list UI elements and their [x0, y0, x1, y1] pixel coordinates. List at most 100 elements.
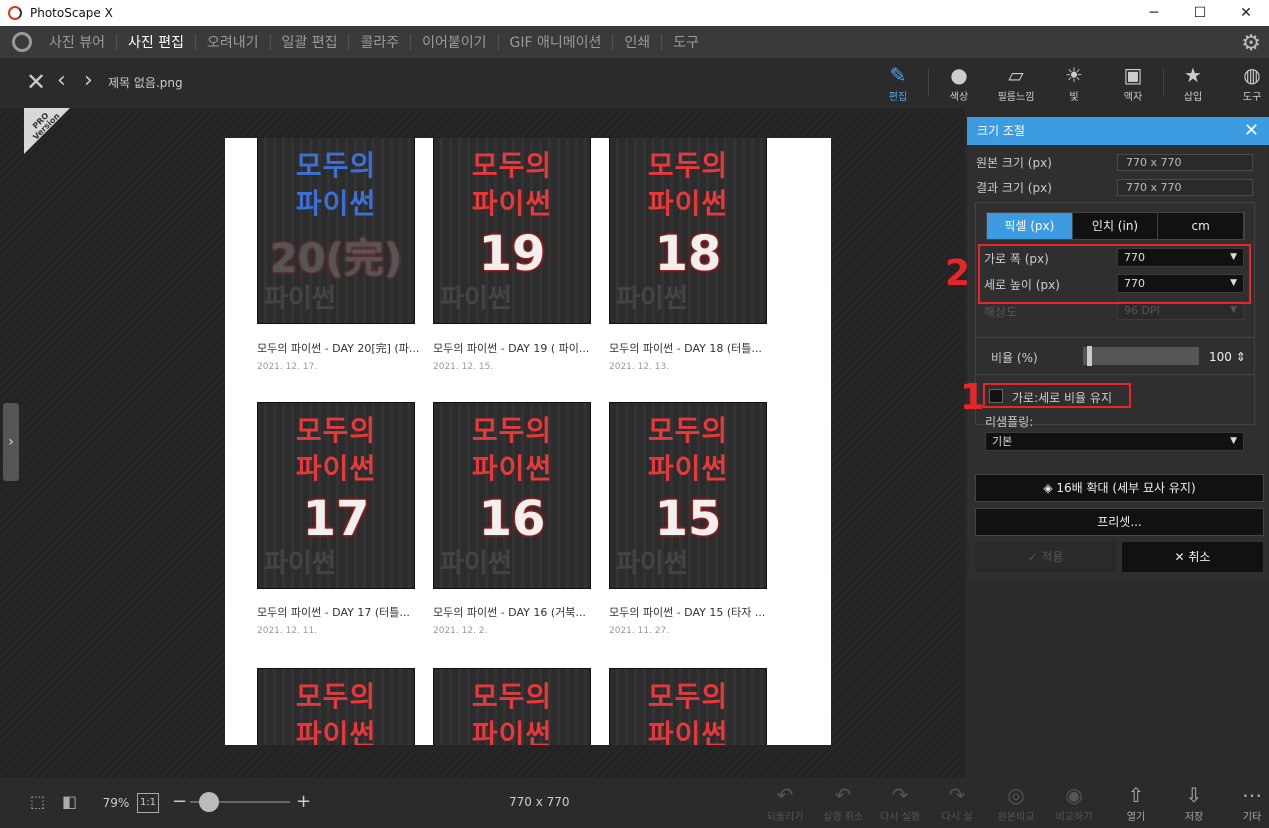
cover-subtitle: 파이썬: [264, 549, 336, 579]
ratio-slider[interactable]: [1083, 347, 1199, 365]
cover-title2: 파이썬: [295, 718, 377, 745]
post-title: 모두의 파이썬 - DAY 17 (터틀...: [257, 606, 410, 619]
tool-separator: [1163, 68, 1164, 96]
bottom-action-4[interactable]: ◎ 원본비교: [988, 782, 1044, 823]
bottom-action-7[interactable]: ⇩ 저장: [1166, 782, 1222, 823]
cover-num: 16: [478, 491, 546, 547]
menu-item-7[interactable]: 인쇄: [613, 32, 661, 52]
post-date: 2021. 12. 15.: [433, 362, 494, 372]
cover-title: 모두의: [295, 414, 377, 447]
zoom-out-icon[interactable]: −: [172, 791, 187, 812]
close-window-button[interactable]: ✕: [1223, 0, 1269, 26]
tool-tab-0[interactable]: ✎ 편집: [872, 62, 924, 106]
bottom-action-8[interactable]: ⋯ 기타: [1224, 782, 1269, 823]
app-logo-icon: [8, 6, 22, 20]
actual-size-button[interactable]: 1:1: [137, 793, 159, 813]
menu-item-0[interactable]: 사진 뷰어: [38, 32, 116, 52]
tool-tab-4[interactable]: ▣ 액자: [1107, 62, 1159, 106]
zoom-level[interactable]: 79%: [96, 792, 136, 814]
ratio-spinner[interactable]: 100 ⇕: [1209, 350, 1246, 364]
split-view-icon[interactable]: ◧: [62, 792, 77, 811]
menu-item-3[interactable]: 일괄 편집: [271, 32, 349, 52]
tool-label: 편집: [888, 92, 908, 103]
bottom-action-6[interactable]: ⇧ 열기: [1108, 782, 1164, 823]
unit-option-0[interactable]: 픽셀 (px): [987, 213, 1073, 239]
cover-title: 모두의: [295, 680, 377, 713]
unit-option-1[interactable]: 인치 (in): [1072, 213, 1159, 239]
open-icon: ⇧: [1127, 783, 1145, 807]
ratio-slider-thumb[interactable]: [1087, 346, 1093, 366]
cover-title2: 파이썬: [647, 452, 729, 485]
close-panel-icon[interactable]: ✕: [1244, 117, 1259, 145]
menu-item-5[interactable]: 이어붙이기: [411, 32, 497, 52]
annotation-number-1: 1: [960, 377, 986, 418]
tool-tab-2[interactable]: ▱ 필름느낌: [990, 62, 1042, 106]
resample-value: 기본: [992, 435, 1013, 448]
frame-icon: ▣: [1123, 63, 1143, 87]
image-canvas[interactable]: PRO Version › 파이썬 모두의 파이썬 20(完) 모두의 파이썬 - DA…: [0, 108, 965, 778]
dpi-dropdown-arrow-icon: ▼: [1230, 305, 1237, 315]
book-cover-thumbnail: 파이썬 모두의 파이썬 17: [257, 402, 415, 589]
side-panel-toggle-chevron-icon[interactable]: ›: [3, 403, 19, 481]
photoscape-window: PhotoScape X ─ ☐ ✕ 사진 뷰어 사진 편집 오려내기 일괄 편집 콜라…: [0, 0, 1269, 828]
cover-title2: 파이썬: [295, 187, 377, 220]
dpi-value: 96 DPI: [1124, 304, 1160, 317]
menu-item-2[interactable]: 오려내기: [196, 32, 270, 52]
home-logo-icon[interactable]: [12, 32, 32, 52]
tool-tab-3[interactable]: ☀ 빛: [1048, 62, 1100, 106]
post-date: 2021. 12. 2.: [433, 626, 488, 636]
cover-title: 모두의: [647, 680, 729, 713]
tools-palette-icon: ◍: [1243, 63, 1261, 87]
preset-button[interactable]: 프리셋...: [975, 508, 1264, 536]
bottom-action-5[interactable]: ◉ 비교하기: [1046, 782, 1102, 823]
upscale-16x-button[interactable]: ◈ 16배 확대 (세부 묘사 유지): [975, 474, 1264, 502]
bottom-action-0[interactable]: ↶ 되돌리기: [757, 782, 813, 823]
menu-item-1[interactable]: 사진 편집: [117, 32, 195, 52]
bottom-action-label: 기타: [1242, 812, 1262, 823]
cover-num: 17: [302, 491, 370, 547]
zoom-in-icon[interactable]: +: [296, 791, 311, 812]
tool-tab-6[interactable]: ◍ 도구: [1226, 62, 1269, 106]
post-date: 2021. 12. 11.: [257, 626, 318, 636]
resize-panel-header: 크기 조절 ✕: [967, 117, 1269, 145]
file-name: 제목 없음.png: [108, 76, 183, 90]
insert-star-icon: ★: [1184, 63, 1202, 87]
cover-title: 모두의: [295, 149, 377, 182]
minimize-button[interactable]: ─: [1131, 0, 1177, 26]
apply-label: 적용: [1041, 550, 1064, 564]
next-image-icon[interactable]: ›: [84, 68, 93, 93]
cover-title2: 파이썬: [471, 718, 553, 745]
close-editor-icon[interactable]: ✕: [26, 68, 46, 96]
cover-subtitle: 파이썬: [440, 284, 512, 314]
menu-item-4[interactable]: 콜라주: [349, 32, 410, 52]
previous-image-icon[interactable]: ‹: [57, 68, 66, 93]
cover-num: 15: [654, 491, 722, 547]
tool-tab-1[interactable]: ● 색상: [933, 62, 985, 106]
post-date: 2021. 12. 13.: [609, 362, 670, 372]
bottom-action-3[interactable]: ↷ 다시 실: [929, 782, 985, 823]
bottom-action-label: 다시 실: [941, 812, 973, 823]
apply-button[interactable]: ✓ 적용: [975, 542, 1116, 572]
tool-tab-5[interactable]: ★ 삽입: [1167, 62, 1219, 106]
select-area-icon[interactable]: ⬚: [30, 792, 45, 811]
unit-option-2[interactable]: cm: [1158, 213, 1245, 239]
menu-item-6[interactable]: GIF 애니메이션: [499, 32, 613, 52]
redo-all-icon: ↷: [948, 783, 966, 807]
post-date: 2021. 11. 27.: [609, 626, 670, 636]
edited-image: 파이썬 모두의 파이썬 20(完) 모두의 파이썬 - DAY 20[完] (파... 2…: [225, 138, 831, 745]
book-cover-thumbnail: 파이썬모두의파이썬: [433, 668, 591, 745]
settings-gear-icon[interactable]: ⚙: [1241, 31, 1261, 56]
window-controls: ─ ☐ ✕: [1131, 0, 1269, 26]
book-cover-thumbnail: 파이썬모두의파이썬: [609, 668, 767, 745]
zoom-slider-thumb[interactable]: [199, 792, 219, 812]
bottom-action-1[interactable]: ↶ 실행 취소: [815, 782, 871, 823]
light-sun-icon: ☀: [1065, 63, 1083, 87]
maximize-button[interactable]: ☐: [1177, 0, 1223, 26]
cancel-button[interactable]: ✕ 취소: [1122, 542, 1263, 572]
bottom-bar: ⬚ ◧ 79% 1:1 − + 770 x 770 ↶ 되돌리기 ↶ 실행 취소 ↷ 다시…: [0, 778, 1269, 828]
post-title: 모두의 파이썬 - DAY 15 (타자 ...: [609, 606, 766, 619]
menu-item-8[interactable]: 도구: [662, 32, 710, 52]
bottom-action-2[interactable]: ↷ 다시 실행: [872, 782, 928, 823]
annotation-box-1: [983, 383, 1131, 408]
resample-select[interactable]: 기본 ▼: [985, 432, 1244, 451]
